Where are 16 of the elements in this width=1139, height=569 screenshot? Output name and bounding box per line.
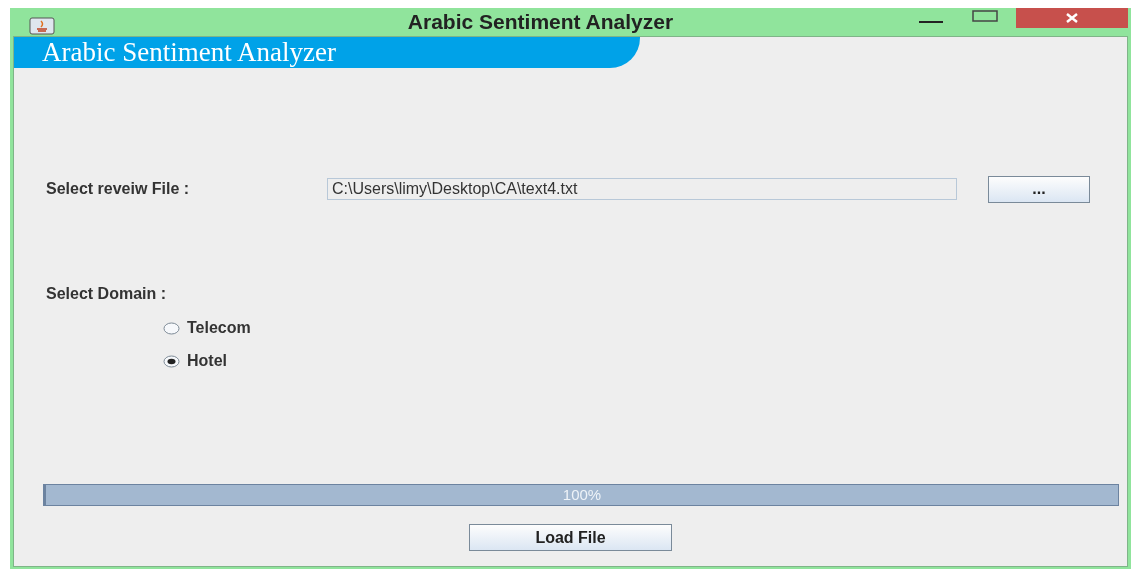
window-title: Arabic Sentiment Analyzer: [406, 9, 675, 36]
radio-button[interactable]: [163, 321, 180, 335]
field-label: Select reveiw File :: [46, 179, 191, 199]
close-button[interactable]: [1016, 8, 1128, 28]
file-path-field[interactable]: C:\Users\limy\Desktop\CA\text4.txt: [327, 178, 957, 200]
domain-label: Select Domain :: [46, 284, 167, 304]
minimize-icon: [919, 21, 943, 23]
radio-label[interactable]: Hotel: [187, 349, 227, 373]
radio-button[interactable]: [163, 354, 180, 368]
browse-button[interactable]: ...: [988, 175, 1090, 203]
close-icon: [1065, 13, 1079, 23]
radio-label[interactable]: Telecom: [187, 316, 251, 340]
maximize-icon: [972, 10, 998, 22]
progress-text: 100%: [561, 485, 603, 505]
load-file-button[interactable]: Load File: [469, 524, 672, 551]
banner-title: Arabic Sentiment Analyzer: [14, 37, 640, 68]
